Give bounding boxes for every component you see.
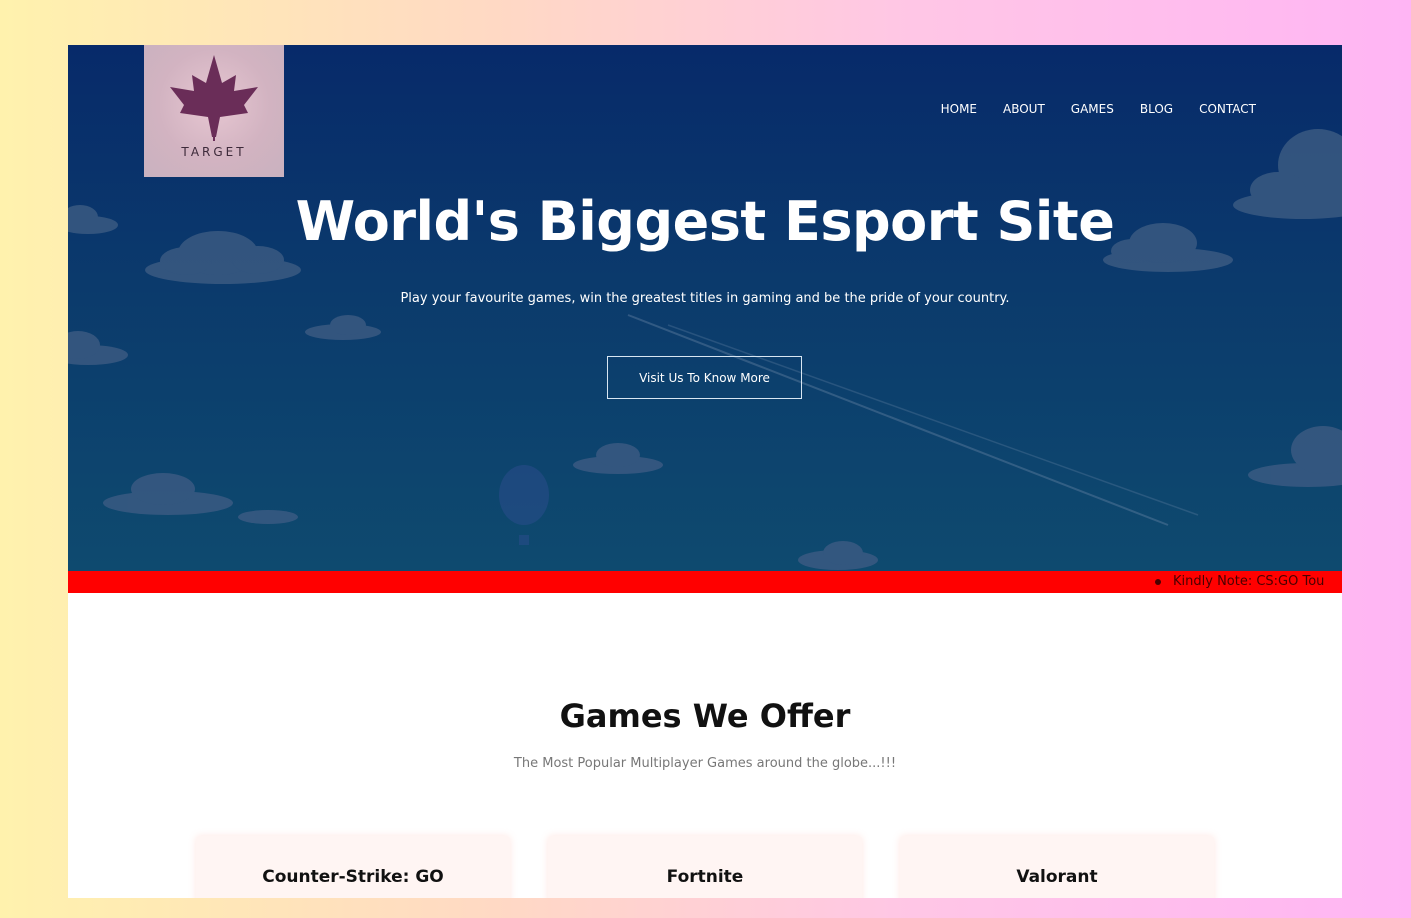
- contrail-line: [627, 314, 1169, 526]
- main-nav: HOME ABOUT GAMES BLOG CONTACT: [941, 102, 1256, 116]
- cloud-shape: [573, 443, 663, 474]
- game-card-title: Counter-Strike: GO: [262, 867, 444, 887]
- brand-logo[interactable]: TARGET: [144, 45, 284, 177]
- games-section-subtitle: The Most Popular Multiplayer Games aroun…: [513, 756, 897, 771]
- visit-us-button[interactable]: Visit Us To Know More: [607, 356, 802, 399]
- game-cards: Counter-Strike: GO Fortnite Valorant: [196, 836, 1216, 898]
- hero-section: TARGET HOME ABOUT GAMES BLOG CONTACT Wor…: [68, 45, 1342, 571]
- ticker-text: Kindly Note: CS:GO Tou: [1173, 574, 1325, 589]
- maple-leaf-icon: [170, 55, 258, 141]
- game-card-csgo[interactable]: Counter-Strike: GO: [196, 836, 510, 898]
- cloud-shape: [1248, 426, 1342, 487]
- nav-home[interactable]: HOME: [941, 102, 977, 116]
- nav-contact[interactable]: CONTACT: [1199, 102, 1256, 116]
- game-card-fortnite[interactable]: Fortnite: [548, 836, 862, 898]
- games-section-title: Games We Offer: [559, 697, 851, 735]
- cloud-shape: [798, 541, 878, 570]
- page-container: TARGET HOME ABOUT GAMES BLOG CONTACT Wor…: [68, 45, 1342, 898]
- hero-subtitle: Play your favourite games, win the great…: [400, 291, 1010, 306]
- cloud-shape: [103, 473, 233, 515]
- game-card-title: Valorant: [1016, 867, 1098, 887]
- moon-icon: [899, 85, 935, 132]
- nav-blog[interactable]: BLOG: [1140, 102, 1173, 116]
- ticker-message: Kindly Note: CS:GO Tou: [1155, 574, 1324, 589]
- cloud-shape: [68, 331, 128, 365]
- nav-about[interactable]: ABOUT: [1003, 102, 1045, 116]
- hot-air-balloon-icon: [499, 465, 549, 545]
- cloud-shape: [238, 510, 298, 524]
- bullet-icon: [1155, 578, 1161, 585]
- logo-text: TARGET: [181, 145, 247, 159]
- nav-games[interactable]: GAMES: [1071, 102, 1114, 116]
- hero-title: World's Biggest Esport Site: [295, 190, 1115, 253]
- cloud-shape: [305, 315, 381, 340]
- game-card-title: Fortnite: [666, 867, 744, 887]
- news-ticker: Kindly Note: CS:GO Tou: [68, 571, 1342, 593]
- game-card-valorant[interactable]: Valorant: [900, 836, 1214, 898]
